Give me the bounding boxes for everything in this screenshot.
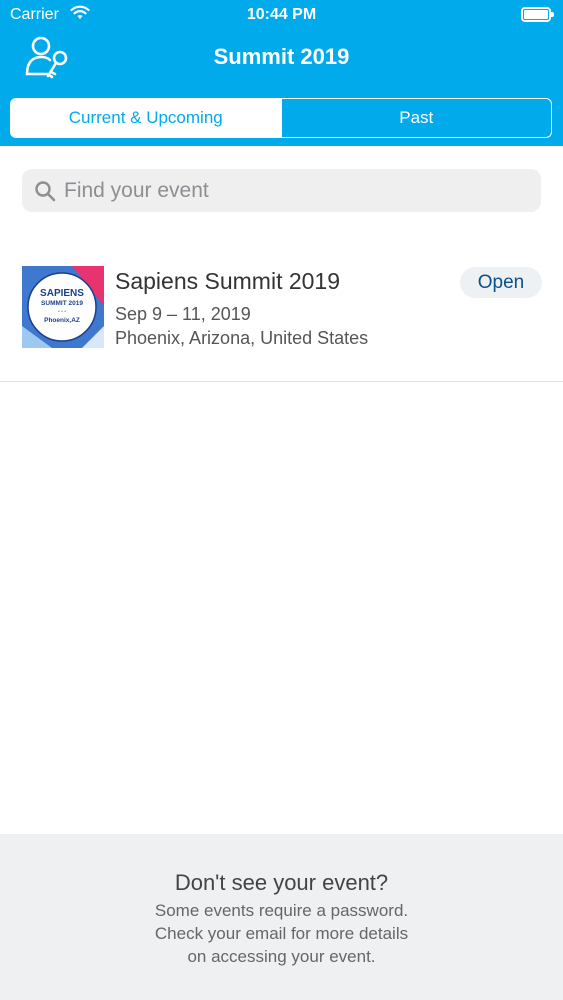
status-bar: Carrier 10:44 PM [0,0,563,30]
event-name: Sapiens Summit 2019 [115,268,341,294]
thumbnail-location: Phoenix,AZ [44,317,80,324]
svg-text:• • •: • • • [58,309,66,315]
battery-icon [521,7,554,22]
search-bar [22,169,541,212]
event-location: Phoenix, Arizona, United States [115,328,369,348]
search-input[interactable] [64,169,534,212]
footer-text-line: Some events require a password. [154,901,409,920]
help-footer: Don't see your event? Some events requir… [0,834,563,1000]
footer-text-line: on accessing your event. [187,947,376,966]
open-event-button[interactable]: Open [460,267,542,298]
page-title: Summit 2019 [213,44,350,69]
search-icon [35,181,56,202]
event-thumbnail: SAPIENS SUMMIT 2019 • • • Phoenix,AZ [22,266,104,348]
app-header: Carrier 10:44 PM Summit 2019 Current & U… [0,0,563,146]
event-list-item[interactable]: SAPIENS SUMMIT 2019 • • • Phoenix,AZ Sap… [0,248,563,382]
event-tabs: Current & Upcoming Past [10,98,552,138]
tab-past[interactable]: Past [280,99,552,137]
thumbnail-subtitle: SUMMIT 2019 [41,300,83,307]
thumbnail-title: SAPIENS [40,288,84,299]
status-time: 10:44 PM [246,6,317,23]
footer-text-line: Check your email for more details [154,924,409,943]
footer-title: Don't see your event? [174,870,389,895]
tab-current-upcoming[interactable]: Current & Upcoming [11,99,281,137]
event-dates: Sep 9 – 11, 2019 [115,304,251,324]
